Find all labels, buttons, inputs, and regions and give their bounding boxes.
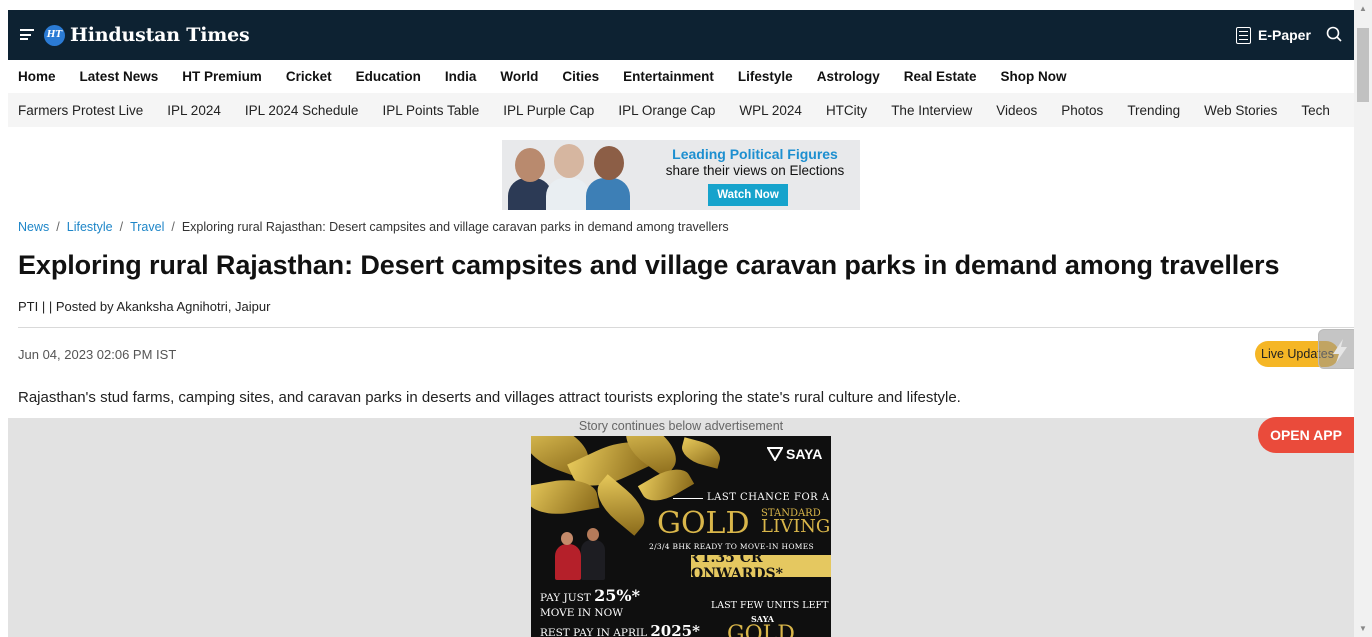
subnav-item-web-stories[interactable]: Web Stories <box>1204 103 1277 118</box>
saya-brand: SAYA <box>786 446 823 462</box>
subnav-item-ipl-points-table[interactable]: IPL Points Table <box>382 103 479 118</box>
shield-icon <box>767 447 783 461</box>
article-summary: Rajasthan's stud farms, camping sites, a… <box>18 389 961 406</box>
secondary-nav: Farmers Protest Live IPL 2024 IPL 2024 S… <box>8 93 1354 127</box>
article-date: Jun 04, 2023 02:06 PM IST <box>18 347 177 362</box>
ad-last-chance: LAST CHANCE FOR A <box>707 492 830 503</box>
nav-item-cricket[interactable]: Cricket <box>286 69 332 84</box>
scroll-up-icon[interactable]: ▲ <box>1354 0 1372 17</box>
breadcrumb-news[interactable]: News <box>18 220 49 234</box>
subnav-item-htcity[interactable]: HTCity <box>826 103 867 118</box>
breadcrumb-current: Exploring rural Rajasthan: Desert campsi… <box>181 220 729 234</box>
ad-living: LIVING <box>761 516 831 537</box>
nav-item-astrology[interactable]: Astrology <box>817 69 880 84</box>
nav-item-shop-now[interactable]: Shop Now <box>1001 69 1067 84</box>
article-headline: Exploring rural Rajasthan: Desert campsi… <box>18 250 1280 280</box>
site-header: HT Hindustan Times E-Paper <box>8 10 1354 60</box>
logo-text: Hindustan Times <box>70 24 250 46</box>
hamburger-menu-icon[interactable] <box>20 29 34 40</box>
open-app-button[interactable]: OPEN APP <box>1258 417 1354 453</box>
ad-people-image <box>502 140 642 210</box>
subnav-item-photos[interactable]: Photos <box>1061 103 1103 118</box>
breadcrumb-separator: / <box>56 220 60 234</box>
newspaper-icon <box>1236 26 1251 44</box>
nav-item-home[interactable]: Home <box>18 69 56 84</box>
ad-rest-pay: REST PAY IN APRIL 2025* <box>540 622 700 637</box>
ad-label: Story continues below advertisement <box>578 419 784 433</box>
subnav-item-ipl-purple-cap[interactable]: IPL Purple Cap <box>503 103 594 118</box>
watch-now-button[interactable]: Watch Now <box>708 184 788 206</box>
ad-pay-just: PAY JUST 25%* <box>540 586 640 605</box>
primary-nav: Home Latest News HT Premium Cricket Educ… <box>8 60 1354 93</box>
divider <box>18 327 1354 328</box>
nav-item-real-estate[interactable]: Real Estate <box>904 69 977 84</box>
nav-item-world[interactable]: World <box>500 69 538 84</box>
epaper-label: E-Paper <box>1258 27 1311 43</box>
subnav-item-tech[interactable]: Tech <box>1301 103 1330 118</box>
nav-item-entertainment[interactable]: Entertainment <box>623 69 714 84</box>
scroll-down-icon[interactable]: ▼ <box>1354 620 1372 637</box>
subnav-item-videos[interactable]: Videos <box>996 103 1037 118</box>
search-icon[interactable] <box>1326 26 1342 42</box>
breadcrumb: News / Lifestyle / Travel / Exploring rural Ra… <box>18 220 729 234</box>
floating-widget[interactable] <box>1318 329 1359 369</box>
advertisement-area: Story continues below advertisement SAYA… <box>8 418 1354 637</box>
subnav-item-ipl-schedule[interactable]: IPL 2024 Schedule <box>245 103 359 118</box>
article-byline: PTI | | Posted by Akanksha Agnihotri, Ja… <box>18 299 271 314</box>
nav-item-lifestyle[interactable]: Lifestyle <box>738 69 793 84</box>
breadcrumb-separator: / <box>119 220 124 234</box>
subnav-item-ipl-orange-cap[interactable]: IPL Orange Cap <box>618 103 715 118</box>
nav-item-education[interactable]: Education <box>356 69 421 84</box>
ad-gold: GOLD <box>657 506 750 541</box>
ad-title: Leading Political Figures <box>672 146 838 162</box>
ad-move-in: MOVE IN NOW <box>540 607 624 619</box>
nav-item-india[interactable]: India <box>445 69 477 84</box>
subnav-item-farmers-protest[interactable]: Farmers Protest Live <box>18 103 143 118</box>
breadcrumb-lifestyle[interactable]: Lifestyle <box>67 220 113 234</box>
saya-ad[interactable]: SAYA LAST CHANCE FOR A GOLD STANDARD LIV… <box>531 436 831 637</box>
ad-few-units: LAST FEW UNITS LEFT <box>711 600 829 611</box>
nav-item-ht-premium[interactable]: HT Premium <box>182 69 262 84</box>
ad-price: ₹1.35 CR ONWARDS* <box>691 550 831 582</box>
breadcrumb-separator: / <box>171 220 175 234</box>
top-ad-banner[interactable]: Leading Political Figures share their vi… <box>502 140 860 210</box>
logo-badge: HT <box>44 24 65 46</box>
subnav-item-trending[interactable]: Trending <box>1127 103 1180 118</box>
couple-image <box>551 526 611 582</box>
nav-item-latest-news[interactable]: Latest News <box>80 69 159 84</box>
breadcrumb-travel[interactable]: Travel <box>130 220 164 234</box>
saya-logo: SAYA <box>767 446 822 462</box>
top-strip <box>0 0 1354 10</box>
subnav-item-the-interview[interactable]: The Interview <box>891 103 972 118</box>
page: HT Hindustan Times E-Paper Home Latest N… <box>0 0 1372 637</box>
ad-saya-gold-text: GOLD <box>727 622 795 637</box>
scrollbar[interactable]: ▲ ▼ <box>1354 0 1372 637</box>
subnav-item-wpl-2024[interactable]: WPL 2024 <box>739 103 802 118</box>
ad-subtitle: share their views on Elections <box>665 163 845 178</box>
site-logo[interactable]: HT Hindustan Times <box>44 24 250 46</box>
subnav-item-ipl-2024[interactable]: IPL 2024 <box>167 103 221 118</box>
scroll-thumb[interactable] <box>1357 28 1369 102</box>
nav-item-cities[interactable]: Cities <box>562 69 599 84</box>
epaper-link[interactable]: E-Paper <box>1236 24 1311 46</box>
